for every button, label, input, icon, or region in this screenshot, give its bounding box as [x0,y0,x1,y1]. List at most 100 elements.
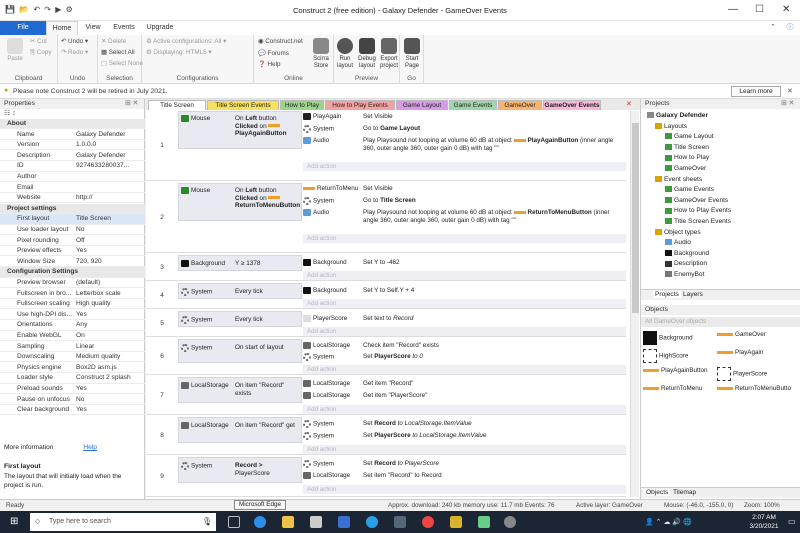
property-row[interactable]: Loader style Construct 2 splash [0,373,145,384]
add-action-button[interactable]: Add action [303,365,626,374]
close-button[interactable]: ✕ [782,4,790,15]
add-action-button[interactable]: Add action [303,234,626,243]
property-value[interactable]: Letterbox scale [76,289,142,299]
property-row[interactable]: Email [0,183,145,193]
project-tree-item[interactable]: Audio [665,239,691,247]
construct-net-link[interactable]: ◉ Construct.net [258,38,303,45]
property-row[interactable]: Orientations Any [0,320,145,331]
condition-block[interactable]: System Every tick [178,311,302,327]
property-row[interactable]: ID 9274633280037... [0,161,145,172]
event-row[interactable]: 1 Mouse On Left button Clicked on PlayAgain… [146,111,626,181]
event-row[interactable]: 3 Background Y ≥ 1378 Background Set Y to -4… [146,255,626,281]
maximize-button[interactable]: ☐ [755,4,764,15]
property-value[interactable]: No [76,225,142,235]
notifications-icon[interactable]: ▭ [788,517,796,526]
property-row[interactable]: Pause on unfocus No [0,395,145,405]
project-tree-item[interactable]: Event sheets [655,176,702,184]
add-action-button[interactable]: Add action [303,445,626,454]
event-row[interactable]: 5 System Every tick PlayerScore Set text to … [146,311,626,337]
forums-link[interactable]: 💬 Forums [258,49,289,57]
tilemap-tab[interactable]: Tilemap [673,489,696,496]
file-explorer-icon[interactable] [282,516,294,528]
property-row[interactable]: Sampling Linear [0,342,145,352]
property-row[interactable]: Use loader layout No [0,225,145,236]
editor-tab[interactable]: GameOver [498,100,542,110]
property-row[interactable]: Version 1.0.0.0 [0,140,145,151]
displaying-dropdown[interactable]: ⚙ Displaying: HTML5 ▾ [146,49,212,56]
events-tab[interactable]: Events [108,21,140,35]
app-icon-2[interactable] [450,516,462,528]
app-icon-1[interactable] [394,516,406,528]
edge-icon[interactable] [254,516,266,528]
scirra-store-button[interactable]: Scirra Store [310,38,332,70]
property-row[interactable]: Preview effects Yes [0,246,145,257]
property-value[interactable]: Galaxy Defender [76,151,142,161]
condition-block[interactable]: Mouse On Left button Clicked on ReturnToMe… [178,183,302,221]
project-tree-item[interactable]: How to Play [665,154,709,162]
property-value[interactable]: Yes [76,405,142,415]
editor-tab[interactable]: How to Play [280,100,324,110]
add-action-button[interactable]: Add action [303,299,626,308]
property-value[interactable]: Yes [76,384,142,394]
select-all-button[interactable]: ▦ Select All [101,49,135,56]
editor-tab[interactable]: GameOver Events [543,100,601,110]
select-none-button[interactable]: ▢ Select None [101,60,143,67]
property-value[interactable]: Title Screen [76,214,142,224]
edge-new-icon[interactable] [366,516,378,528]
event-row[interactable]: 7 LocalStorage On item "Record" exists Local… [146,377,626,415]
editor-tab[interactable]: Title Screen Events [207,100,279,110]
search-box[interactable]: ○ Type here to search 🎙 [30,513,216,531]
cut-button[interactable]: ✂ Cut [30,38,47,45]
property-row[interactable]: Pixel rounding Off [0,236,145,246]
property-row[interactable]: Preview browser (default) [0,278,145,289]
property-value[interactable]: Box2D asm.js [76,363,142,373]
close-notice-icon[interactable]: ✕ [787,87,793,95]
property-value[interactable]: Construct 2 splash [76,373,142,383]
condition-block[interactable]: Mouse On Left button Clicked on PlayAgainB… [178,111,302,149]
objects-tab[interactable]: Objects [644,489,671,496]
condition-block[interactable]: LocalStorage On item "Record" exists [178,377,302,403]
project-tree-item[interactable]: Background [665,250,709,258]
property-value[interactable]: (default) [76,278,142,288]
condition-block[interactable]: LocalStorage On item "Record" get [178,417,302,443]
property-row[interactable]: Downscaling Medium quality [0,352,145,363]
property-row[interactable]: Enable WebGL On [0,331,145,342]
property-value[interactable]: Off [76,236,142,246]
store-taskbar-icon[interactable] [310,516,322,528]
run-layout-button[interactable]: Run layout [334,38,356,70]
event-row[interactable]: 8 LocalStorage On item "Record" get System S… [146,417,626,455]
object-item[interactable]: ReturnToMenuButto [717,385,791,393]
event-sheet-scrollbar[interactable] [630,111,639,497]
editor-tab[interactable]: Game Layout [396,100,448,110]
event-row[interactable]: 2 Mouse On Left button Clicked on ReturnToM… [146,183,626,253]
property-row[interactable]: Preload sounds Yes [0,384,145,395]
editor-tab[interactable]: How to Play Events [325,100,395,110]
property-value[interactable]: 1.0.0.0 [76,140,142,150]
project-tree-item[interactable]: How to Play Events [665,207,731,215]
object-item[interactable]: PlayAgain [717,349,763,357]
editor-tab[interactable]: Game Events [449,100,497,110]
project-tree-item[interactable]: Game Events [665,186,714,194]
property-value[interactable]: http:// [76,193,142,203]
add-action-button[interactable]: Add action [303,405,626,414]
property-value[interactable]: Medium quality [76,352,142,362]
property-value[interactable]: Any [76,320,142,330]
layers-tab[interactable]: Layers [683,291,703,298]
event-row[interactable]: 4 System Every tick Background Set Y to Self… [146,283,626,309]
property-value[interactable]: Linear [76,342,142,352]
project-tree-item[interactable]: Layouts [655,123,687,131]
condition-block[interactable]: System Every tick [178,283,302,299]
condition-block[interactable]: System On start of layout [178,339,302,363]
start-page-button[interactable]: Start Page [401,38,423,70]
active-config-dropdown[interactable]: ⚙ Active configurations: All ▾ [146,38,226,45]
property-value[interactable]: Yes [76,310,142,320]
project-tree-item[interactable]: EnemyBot [665,271,704,279]
project-tree-item[interactable]: GameOver Events [665,197,728,205]
chrome-icon[interactable] [422,516,434,528]
collapse-ribbon-icon[interactable]: ⌃ [768,21,778,35]
close-tab-icon[interactable]: ✕ [626,100,632,108]
add-action-button[interactable]: Add action [303,271,626,280]
project-tree-item[interactable]: Title Screen [665,144,709,152]
event-row[interactable]: 9 System Record > PlayerScore System Set Reco… [146,457,626,497]
object-item[interactable]: ReturnToMenu [643,385,702,393]
